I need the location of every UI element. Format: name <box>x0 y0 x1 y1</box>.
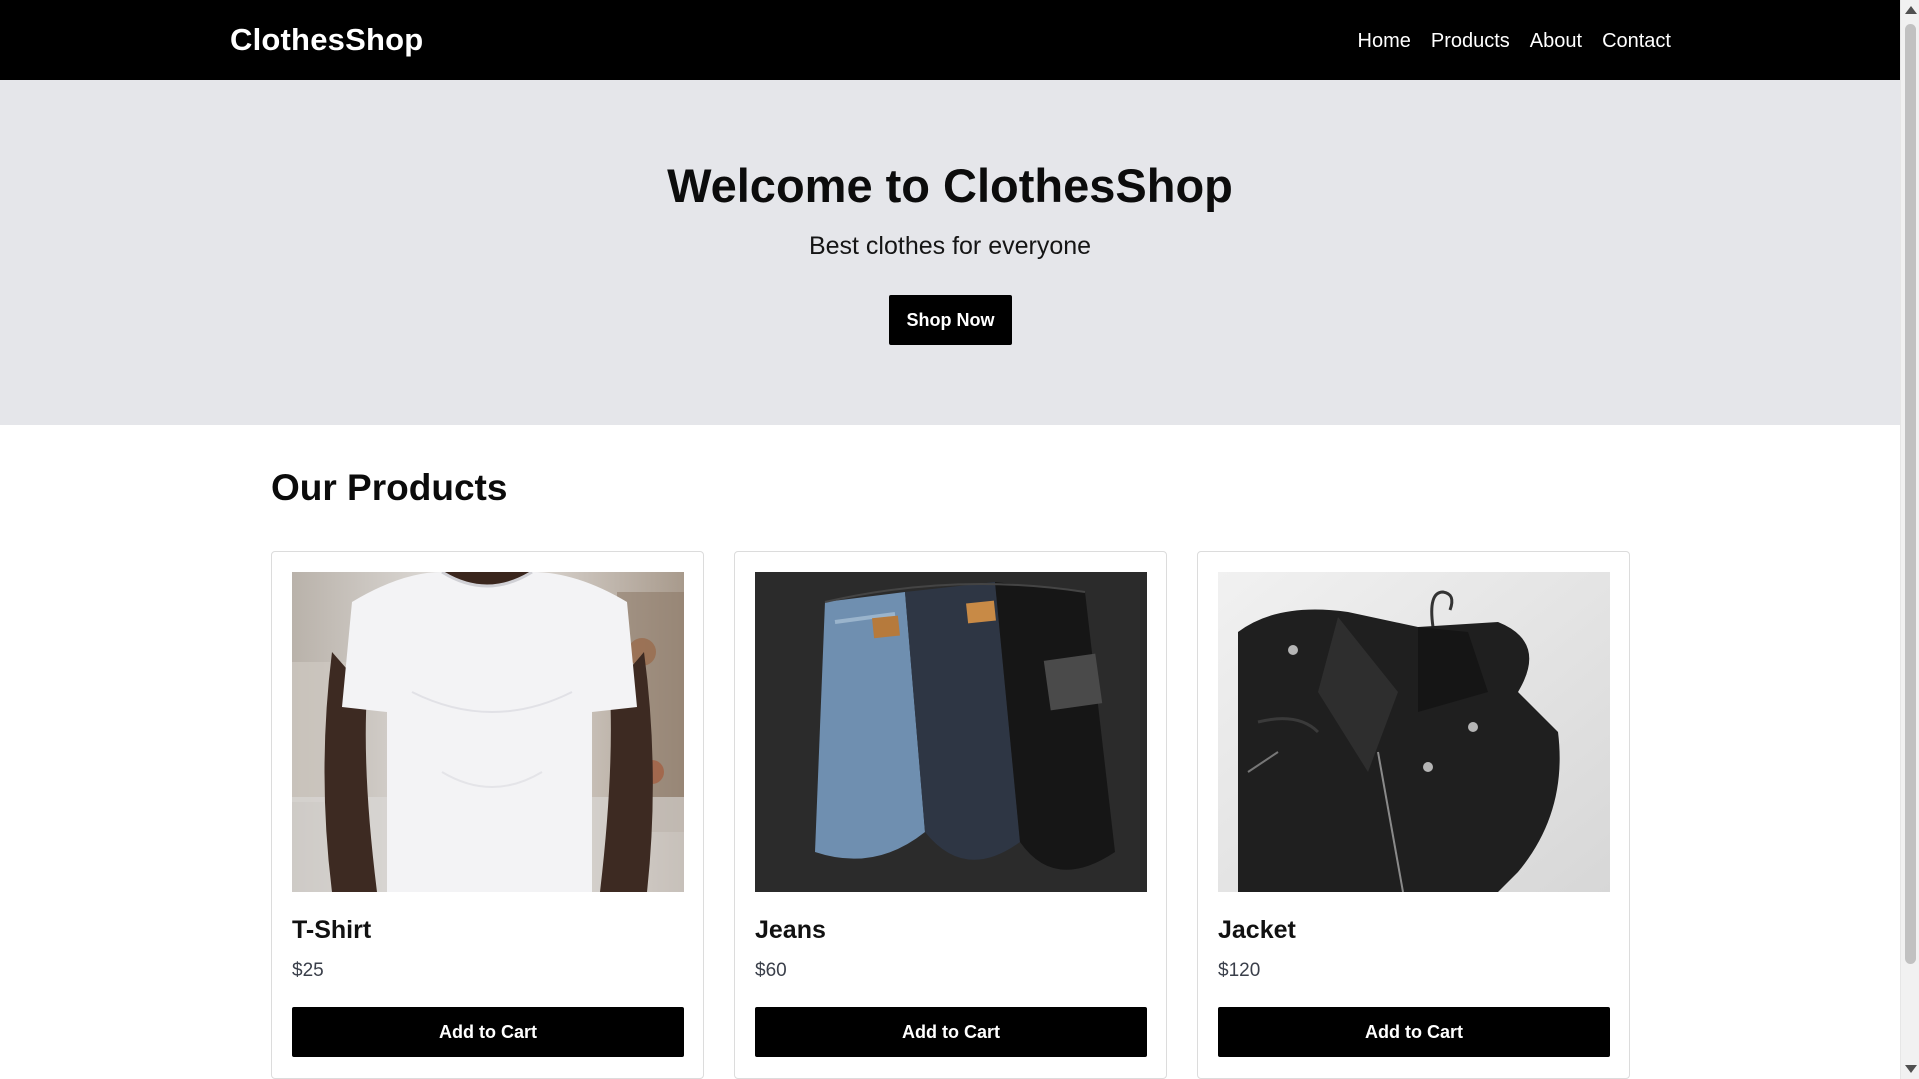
hero-section: Welcome to ClothesShop Best clothes for … <box>0 80 1900 425</box>
add-to-cart-button-jeans[interactable]: Add to Cart <box>755 1007 1147 1057</box>
product-name: Jeans <box>755 916 826 944</box>
add-to-cart-button-jacket[interactable]: Add to Cart <box>1218 1007 1610 1057</box>
product-price: $60 <box>755 960 787 981</box>
product-image-tshirt[interactable] <box>292 572 684 892</box>
add-to-cart-button-tshirt[interactable]: Add to Cart <box>292 1007 684 1057</box>
products-section-title: Our Products <box>271 467 508 508</box>
top-navbar: ClothesShop Home Products About Contact <box>0 0 1900 80</box>
nav-link-home[interactable]: Home <box>1358 28 1411 54</box>
jeans-photo-icon <box>755 572 1147 892</box>
jacket-photo-icon <box>1218 572 1610 892</box>
scroll-down-arrow-icon[interactable] <box>1905 1065 1917 1073</box>
shop-now-button[interactable]: Shop Now <box>889 295 1012 345</box>
hero-subtitle: Best clothes for everyone <box>808 232 1092 260</box>
nav-link-about[interactable]: About <box>1530 28 1582 54</box>
product-card-jeans: Jeans $60 Add to Cart <box>734 551 1167 1079</box>
product-image-jeans[interactable] <box>755 572 1147 892</box>
product-name: Jacket <box>1218 916 1296 944</box>
brand-logo[interactable]: ClothesShop <box>230 22 423 58</box>
product-price: $120 <box>1218 960 1261 981</box>
product-card-jacket: Jacket $120 Add to Cart <box>1197 551 1630 1079</box>
product-card-tshirt: T-Shirt $25 Add to Cart <box>271 551 704 1079</box>
nav-link-products[interactable]: Products <box>1431 28 1510 54</box>
page-scrollbar[interactable] <box>1900 0 1919 1079</box>
scroll-up-arrow-icon[interactable] <box>1905 6 1917 14</box>
nav-link-contact[interactable]: Contact <box>1602 28 1671 54</box>
product-name: T-Shirt <box>292 916 372 944</box>
main-nav: Home Products About Contact <box>1358 28 1672 54</box>
tshirt-photo-icon <box>292 572 684 892</box>
scroll-thumb[interactable] <box>1905 24 1916 964</box>
product-price: $25 <box>292 960 324 981</box>
product-image-jacket[interactable] <box>1218 572 1610 892</box>
hero-title: Welcome to ClothesShop <box>667 159 1233 212</box>
page-viewport: ClothesShop Home Products About Contact … <box>0 0 1900 1079</box>
